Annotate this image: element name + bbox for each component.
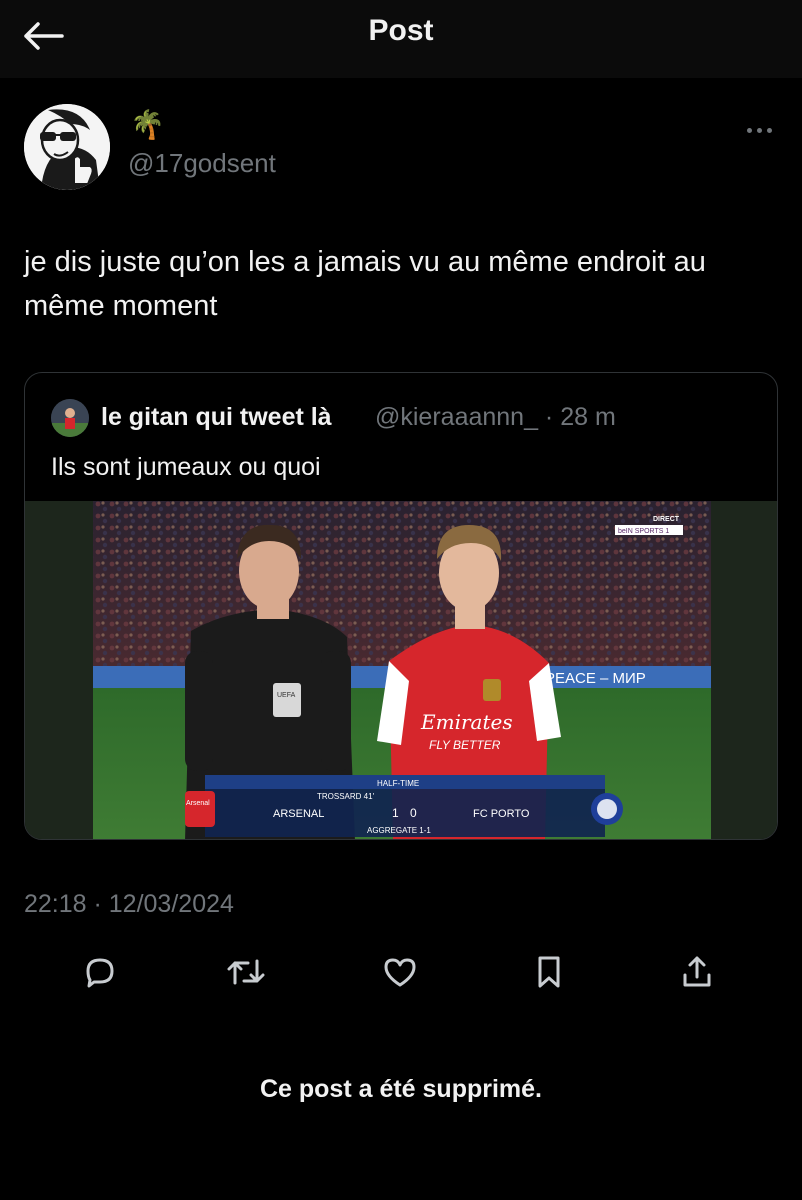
aggregate-score: AGGREGATE 1-1 [367,826,431,835]
deleted-post-notice: Ce post a été supprimé. [259,1075,543,1103]
dot-icon [756,127,762,133]
broadcast-channel-label: beIN SPORTS 1 [618,528,669,535]
broadcast-frame: PEACE – МИР DIRECT beIN SPORTS 1 UEFA Em… [25,501,777,839]
quoted-post[interactable]: le gitan qui tweet là @kieraaannn_ · 28 … [24,372,778,840]
broadcast-live-label: DIRECT [653,516,680,523]
bookmark-icon [538,956,560,988]
top-bar: Post [0,0,802,78]
more-options-button[interactable] [736,118,782,142]
home-score: 1 [392,806,399,820]
quoted-post-text: Ils sont jumeaux ou quoi [51,453,321,481]
home-team-name: ARSENAL [273,808,324,820]
post-text: je dis juste qu’on les a jamais vu au mê… [24,246,706,322]
dot-icon [766,127,772,133]
author-handle[interactable]: @17godsent [128,148,276,179]
home-crest-label: Arsenal [186,800,210,807]
share-button[interactable] [675,950,719,994]
away-team-name: FC PORTO [473,808,530,820]
shirt-sponsor-tagline: FLY BETTER [429,738,501,752]
bookmark-button[interactable] [527,950,571,994]
repost-button[interactable] [224,950,268,994]
quoted-author-handle: @kieraaannn_ · 28 m [375,403,616,431]
dot-icon [746,127,752,133]
repost-icon [227,959,265,985]
post-timestamp: 22:18 · 12/03/2024 [24,890,234,918]
advertising-board-text: PEACE – МИР [545,670,646,687]
page-title: Post [368,14,434,47]
shirt-sponsor-text: Emirates [420,710,513,734]
away-score: 0 [410,806,417,820]
like-button[interactable] [378,950,422,994]
share-icon [683,956,711,987]
author-avatar[interactable] [24,104,110,190]
author-emoji: 🌴 [130,109,165,140]
heart-icon [384,958,416,987]
goal-scorer: TROSSARD 41' [317,792,375,801]
reply-icon [86,958,114,988]
quoted-author-avatar [51,399,89,437]
quoted-author-name: le gitan qui tweet là [101,403,332,431]
avatar-drawing [24,104,110,190]
referee-badge-label: UEFA [277,692,296,699]
reply-button[interactable] [78,950,122,994]
score-status: HALF-TIME [377,779,419,788]
quoted-media-image[interactable]: PEACE – МИР DIRECT beIN SPORTS 1 UEFA Em… [25,501,777,839]
